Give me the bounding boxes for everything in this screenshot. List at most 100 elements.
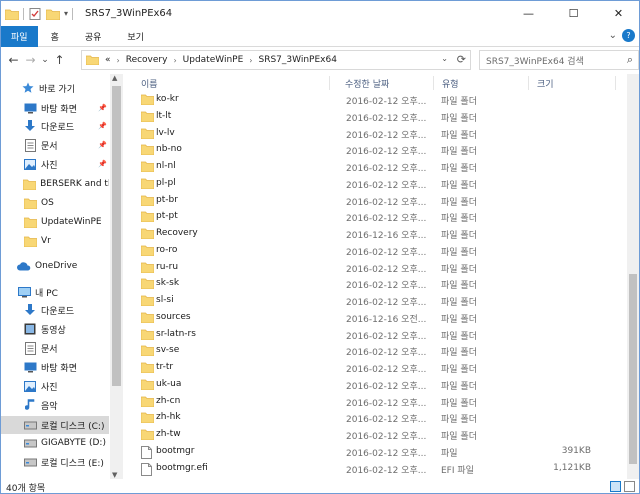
refresh-icon[interactable]: ⟳ <box>457 53 466 66</box>
file-row[interactable]: sv-se 2016-02-12 오후... 파일 폴더 <box>137 343 629 359</box>
file-row[interactable]: zh-tw 2016-02-12 오후... 파일 폴더 <box>137 427 629 443</box>
up-button[interactable]: ↑ <box>51 50 68 70</box>
file-row[interactable]: uk-ua 2016-02-12 오후... 파일 폴더 <box>137 377 629 393</box>
recent-locations-button[interactable]: ⌄ <box>39 50 51 70</box>
breadcrumb-recovery[interactable]: Recovery <box>126 55 168 65</box>
properties-icon[interactable] <box>28 7 42 20</box>
sidebar-item[interactable]: 다운로드 📌 <box>1 117 109 135</box>
file-row[interactable]: ko-kr 2016-02-12 오후... 파일 폴더 <box>137 92 629 108</box>
file-row[interactable]: zh-hk 2016-02-12 오후... 파일 폴더 <box>137 410 629 426</box>
file-row[interactable]: pt-br 2016-02-12 오후... 파일 폴더 <box>137 193 629 209</box>
customize-toolbar-icon[interactable]: ▾ <box>64 9 68 18</box>
folder-icon <box>140 412 155 424</box>
file-row[interactable]: Recovery 2016-12-16 오후... 파일 폴더 <box>137 226 629 242</box>
column-header-type[interactable]: 유형 <box>442 74 459 92</box>
large-icons-view-icon[interactable] <box>624 481 635 492</box>
file-name: sources <box>156 311 191 322</box>
sidebar-item[interactable]: 내 PC <box>1 283 109 301</box>
file-name: sl-si <box>156 295 174 305</box>
sidebar-item[interactable]: 문서 <box>1 339 109 357</box>
column-divider[interactable] <box>615 76 616 90</box>
file-row[interactable]: ru-ru 2016-02-12 오후... 파일 폴더 <box>137 260 629 276</box>
search-box[interactable]: SRS7_3WinPEx64 검색 ⌕ <box>479 50 639 70</box>
details-view-icon[interactable] <box>610 481 621 492</box>
sidebar-item[interactable]: OS <box>1 194 109 212</box>
address-bar[interactable]: « › Recovery › UpdateWinPE › SRS7_3WinPE… <box>81 50 471 70</box>
file-row[interactable]: tr-tr 2016-02-12 오후... 파일 폴더 <box>137 360 629 376</box>
file-list-scrollbar[interactable] <box>627 74 639 479</box>
back-button[interactable]: ← <box>5 50 22 70</box>
file-row[interactable]: ro-ro 2016-02-12 오후... 파일 폴더 <box>137 243 629 259</box>
help-icon[interactable]: ? <box>622 29 635 42</box>
column-header-name[interactable]: 이름 <box>141 74 158 92</box>
file-row[interactable]: pt-pt 2016-02-12 오후... 파일 폴더 <box>137 209 629 225</box>
file-row[interactable]: lt-lt 2016-02-12 오후... 파일 폴더 <box>137 109 629 125</box>
quick-access-toolbar: ▾ <box>1 1 77 26</box>
file-row[interactable]: nl-nl 2016-02-12 오후... 파일 폴더 <box>137 159 629 175</box>
file-date: 2016-02-12 오후... <box>346 113 427 124</box>
sidebar-item[interactable]: 음악 <box>1 396 109 414</box>
sidebar-item[interactable]: 로컬 디스크 (C:) <box>1 416 109 434</box>
file-type: 파일 폴더 <box>441 214 477 225</box>
file-row[interactable]: pl-pl 2016-02-12 오후... 파일 폴더 <box>137 176 629 192</box>
file-row[interactable]: sources 2016-12-16 오전... 파일 폴더 <box>137 310 629 326</box>
file-name: uk-ua <box>156 378 182 389</box>
tab-home[interactable]: 홈 <box>38 26 72 47</box>
sidebar-item[interactable]: OneDrive <box>1 257 109 275</box>
column-header-size[interactable]: 크기 <box>537 74 554 92</box>
scroll-down-arrow[interactable]: ▼ <box>112 471 117 479</box>
sidebar-item[interactable]: 사진 📌 <box>1 155 109 173</box>
file-row[interactable]: nb-no 2016-02-12 오후... 파일 폴더 <box>137 142 629 158</box>
column-divider[interactable] <box>528 76 529 90</box>
scrollbar-thumb[interactable] <box>112 86 121 386</box>
file-row[interactable]: sr-latn-rs 2016-02-12 오후... 파일 폴더 <box>137 327 629 343</box>
folder-icon <box>86 55 99 65</box>
scroll-up-arrow[interactable]: ▲ <box>112 74 117 82</box>
sidebar-item[interactable]: BERSERK and th <box>1 175 109 193</box>
tab-file[interactable]: 파일 <box>1 25 38 47</box>
file-date: 2016-02-12 오후... <box>346 365 427 375</box>
sidebar-item[interactable]: 바탕 화면 📌 <box>1 99 109 117</box>
breadcrumb-current[interactable]: SRS7_3WinPEx64 <box>258 55 336 65</box>
file-row[interactable]: sl-si 2016-02-12 오후... 파일 폴더 <box>137 293 629 309</box>
file-row[interactable]: bootmgr.efi 2016-02-12 오후... EFI 파일 1,121KB <box>137 461 629 477</box>
breadcrumb-updatewinpe[interactable]: UpdateWinPE <box>183 55 244 65</box>
scrollbar-thumb[interactable] <box>629 274 637 464</box>
file-row[interactable]: lv-lv 2016-02-12 오후... 파일 폴더 <box>137 126 629 142</box>
column-divider[interactable] <box>433 76 434 90</box>
sidebar-item[interactable]: 동영상 <box>1 320 109 338</box>
tab-share[interactable]: 공유 <box>72 26 115 47</box>
maximize-button[interactable]: ☐ <box>551 1 596 26</box>
sidebar-item[interactable]: UpdateWinPE <box>1 213 109 231</box>
folder-icon <box>140 228 155 240</box>
file-row[interactable]: bootmgr 2016-02-12 오후... 파일 391KB <box>137 444 629 460</box>
breadcrumb-separator-icon: › <box>116 55 120 65</box>
new-folder-icon[interactable] <box>46 8 60 20</box>
breadcrumb-overflow[interactable]: « <box>105 55 111 65</box>
minimize-button[interactable]: — <box>506 1 551 26</box>
sidebar-item[interactable]: 사진 <box>1 377 109 395</box>
file-row[interactable]: sk-sk 2016-02-12 오후... 파일 폴더 <box>137 276 629 292</box>
forward-button[interactable]: → <box>22 50 39 70</box>
sidebar-item[interactable]: 로컬 디스크 (E:) <box>1 453 109 471</box>
column-divider[interactable] <box>329 76 330 90</box>
pin-icon: 📌 <box>98 122 107 130</box>
navigation-pane-scrollbar[interactable]: ▲ ▼ <box>110 74 123 479</box>
folder-icon <box>23 197 37 210</box>
sidebar-item[interactable]: 바로 가기 <box>1 79 109 97</box>
close-button[interactable]: ✕ <box>596 1 639 26</box>
sidebar-item[interactable]: 다운로드 <box>1 301 109 319</box>
file-name: pt-pt <box>156 211 178 222</box>
sidebar-item[interactable]: 문서 📌 <box>1 136 109 154</box>
address-dropdown-icon[interactable]: ⌄ <box>441 54 448 63</box>
file-row[interactable]: zh-cn 2016-02-12 오후... 파일 폴더 <box>137 394 629 410</box>
file-date: 2016-02-12 오후... <box>346 247 427 258</box>
sidebar-item[interactable]: GIGABYTE (D:) <box>1 434 109 452</box>
column-header-date[interactable]: 수정한 날짜 <box>345 74 389 92</box>
sidebar-item[interactable]: 바탕 화면 <box>1 358 109 376</box>
folder-icon <box>140 211 155 223</box>
sidebar-item[interactable]: Vr <box>1 232 109 250</box>
tab-view[interactable]: 보기 <box>114 26 157 47</box>
search-input[interactable]: SRS7_3WinPEx64 검색 <box>486 54 584 67</box>
expand-ribbon-icon[interactable]: ⌄ <box>609 30 617 41</box>
